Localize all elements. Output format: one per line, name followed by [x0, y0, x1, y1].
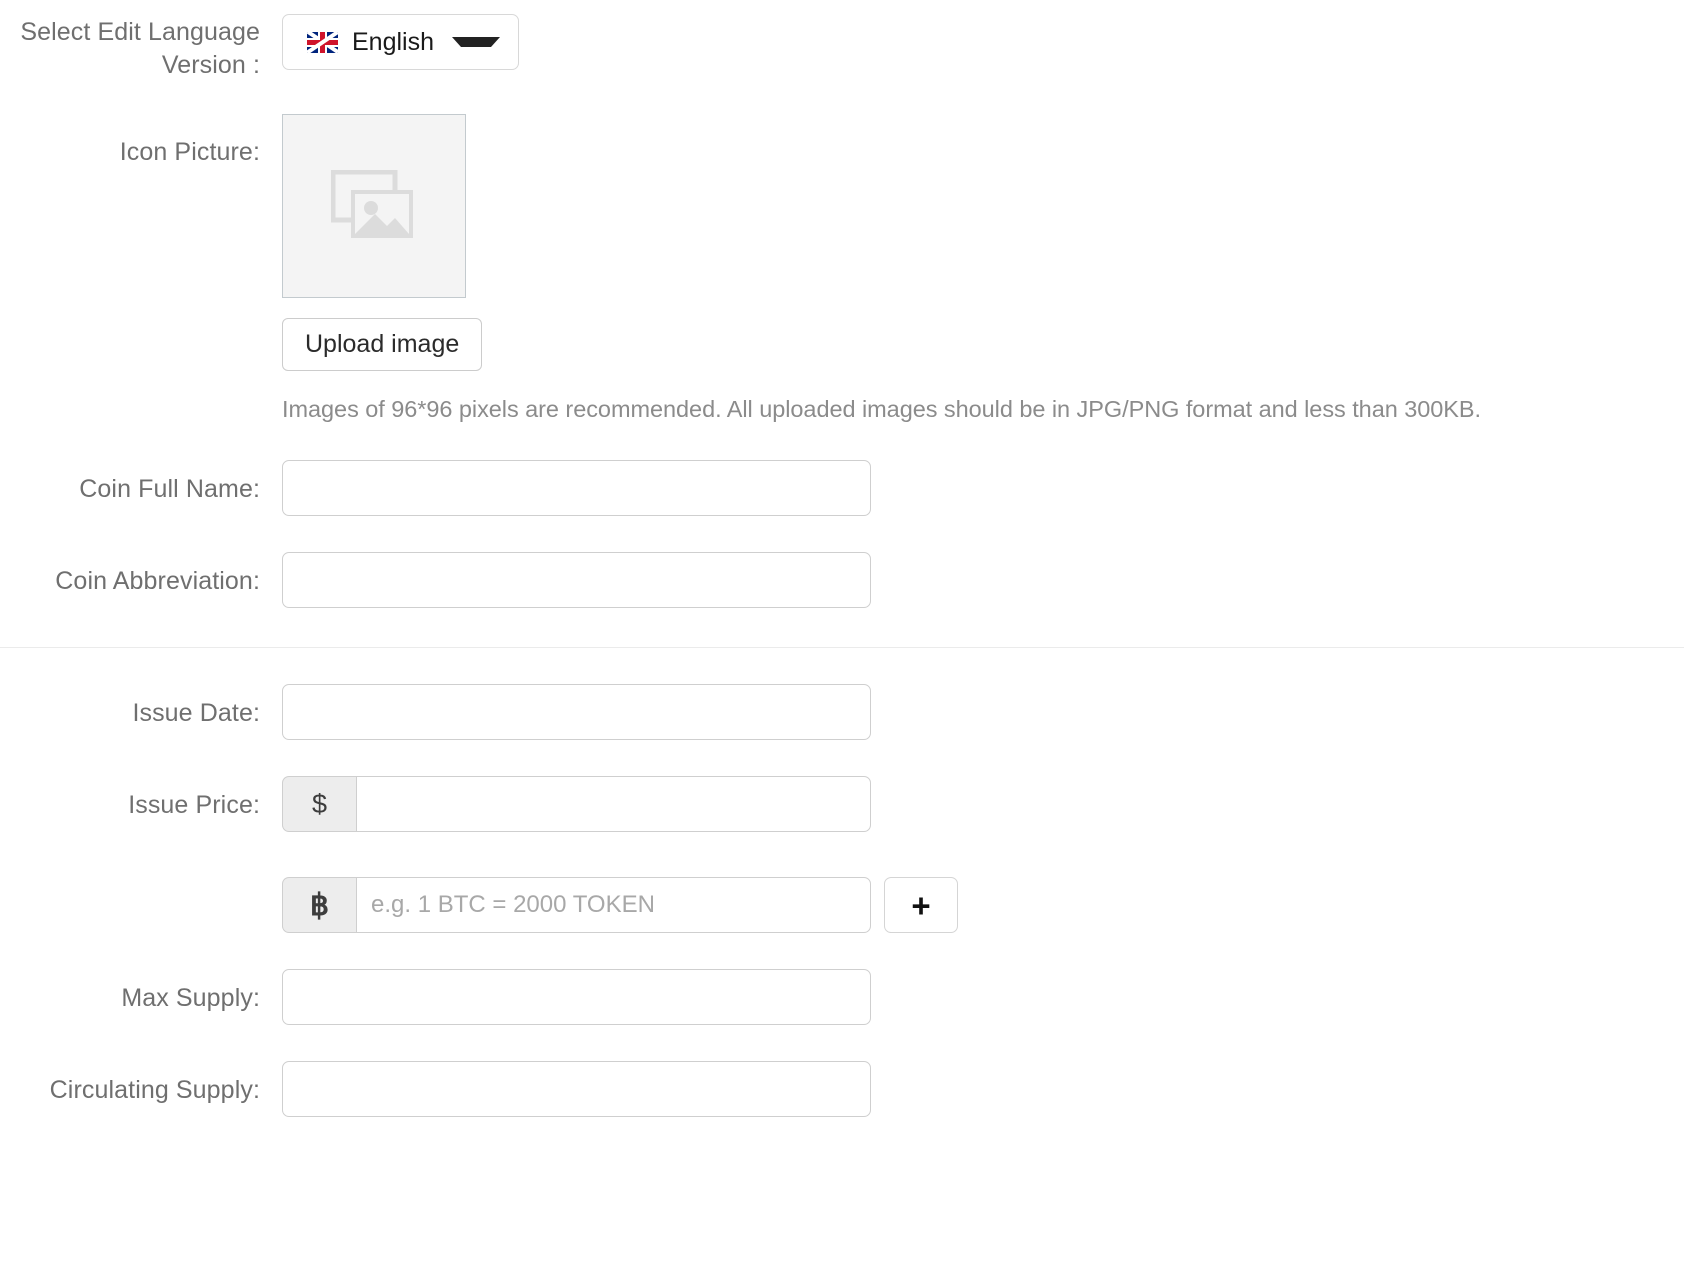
circulating-supply-label: Circulating Supply:: [49, 1076, 260, 1104]
circulating-supply-input[interactable]: [282, 1061, 871, 1117]
issue-rate-input[interactable]: [356, 877, 871, 933]
add-rate-button[interactable]: +: [884, 877, 958, 933]
circulating-supply-row: Circulating Supply:: [0, 1025, 1684, 1117]
issue-rate-row: ฿ +: [0, 832, 1684, 933]
coin-abbreviation-row: Coin Abbreviation:: [0, 516, 1684, 608]
issue-price-group: $: [282, 776, 1684, 832]
icon-picture-hint: Images of 96*96 pixels are recommended. …: [282, 396, 1482, 422]
coin-edit-form: Select Edit Language Version : English I…: [0, 0, 1684, 1117]
issue-price-label: Issue Price:: [128, 791, 260, 819]
max-supply-input[interactable]: [282, 969, 871, 1025]
coin-full-name-row: Coin Full Name:: [0, 424, 1684, 516]
issue-date-row: Issue Date:: [0, 648, 1684, 740]
language-select[interactable]: English: [282, 14, 519, 70]
language-select-value: English: [352, 27, 434, 56]
coin-abbreviation-label: Coin Abbreviation:: [55, 567, 260, 595]
icon-picture-preview[interactable]: [282, 114, 466, 298]
icon-picture-label: Icon Picture:: [119, 138, 260, 166]
language-version-label: Select Edit Language Version :: [20, 18, 260, 79]
language-version-row: Select Edit Language Version : English: [0, 0, 1684, 82]
issue-date-label: Issue Date:: [132, 699, 260, 727]
dollar-sign-addon: $: [282, 776, 356, 832]
issue-price-input[interactable]: [356, 776, 871, 832]
icon-picture-row: Icon Picture: Upload image Images of 96*…: [0, 82, 1684, 424]
max-supply-row: Max Supply:: [0, 933, 1684, 1025]
coin-full-name-input[interactable]: [282, 460, 871, 516]
issue-rate-group: ฿ +: [282, 877, 1684, 933]
issue-date-input[interactable]: [282, 684, 871, 740]
uk-flag-icon: [307, 31, 338, 53]
image-placeholder-icon: [331, 170, 413, 238]
chevron-down-icon: [452, 37, 500, 47]
upload-image-button[interactable]: Upload image: [282, 318, 483, 371]
max-supply-label: Max Supply:: [121, 984, 260, 1012]
coin-abbreviation-input[interactable]: [282, 552, 871, 608]
issue-price-row: Issue Price: $: [0, 740, 1684, 832]
coin-full-name-label: Coin Full Name:: [79, 475, 260, 503]
bitcoin-sign-addon: ฿: [282, 877, 356, 933]
